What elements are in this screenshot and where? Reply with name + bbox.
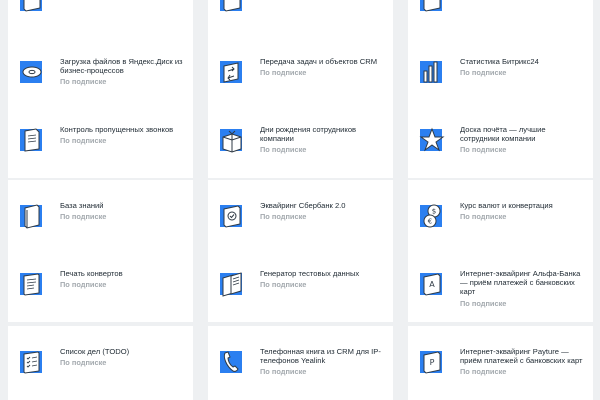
- app-title[interactable]: Курс валют и конвертация: [460, 201, 585, 210]
- currency-icon: $ €: [417, 201, 445, 231]
- app-title[interactable]: Список дел (TODO): [60, 347, 185, 356]
- generic-app-icon: [17, 0, 45, 15]
- svg-text:A: A: [429, 280, 435, 289]
- app-title[interactable]: Загрузка файлов в Яндекс.Диск из бизнес-…: [60, 57, 185, 75]
- app-price-label: По подписке: [460, 212, 507, 222]
- app-title[interactable]: Интернет-эквайринг Payture — приём плате…: [460, 347, 585, 365]
- app-card[interactable]: Контроль пропущенных звонков По подписке: [8, 104, 193, 178]
- app-card[interactable]: Доска почёта — лучшие сотрудники компани…: [408, 104, 593, 178]
- app-card[interactable]: Передача задач и объектов CRM По подписке: [208, 36, 393, 110]
- app-card[interactable]: База знаний По подписке: [8, 180, 193, 254]
- app-card-text: Статистика Битрикс24 По подписке: [460, 57, 585, 77]
- disk-upload-icon: [17, 57, 45, 87]
- app-price-label: По подписке: [60, 280, 107, 290]
- app-card[interactable]: Список дел (TODO) По подписке: [8, 326, 193, 400]
- app-price-label: По подписке: [260, 68, 307, 78]
- app-title[interactable]: Эквайринг Сбербанк 2.0: [260, 201, 385, 210]
- app-card[interactable]: [8, 0, 193, 38]
- app-card[interactable]: $ € Курс валют и конвертация По подписке: [408, 180, 593, 254]
- app-price-label: По подписке: [60, 358, 107, 368]
- app-price-label: По подписке: [260, 145, 307, 155]
- app-card-text: Эквайринг Сбербанк 2.0 По подписке: [260, 201, 385, 221]
- app-price-label: По подписке: [260, 280, 307, 290]
- generic-app-icon: [417, 0, 445, 15]
- app-price-label: По подписке: [460, 298, 507, 308]
- transfer-icon: [217, 57, 245, 87]
- app-title[interactable]: Интернет-эквайринг Альфа-Банка — приём п…: [460, 269, 585, 297]
- app-card-text: Интернет-эквайринг Альфа-Банка — приём п…: [460, 269, 585, 308]
- app-title[interactable]: База знаний: [60, 201, 185, 210]
- app-card-text: Генератор тестовых данных По подписке: [260, 269, 385, 289]
- app-card-text: Курс валют и конвертация По подписке: [460, 201, 585, 221]
- app-price-label: По подписке: [260, 367, 307, 377]
- app-price-label: По подписке: [460, 145, 507, 155]
- app-card[interactable]: Генератор тестовых данных По подписке: [208, 248, 393, 322]
- app-title[interactable]: Печать конвертов: [60, 269, 185, 278]
- app-market-viewport: По подписке Загрузка файлов в Яндекс.Диск…: [0, 0, 600, 400]
- app-title[interactable]: Контроль пропущенных звонков: [60, 125, 185, 134]
- app-title[interactable]: Статистика Битрикс24: [460, 57, 585, 66]
- phone-book-icon: [217, 347, 245, 377]
- app-card[interactable]: Статистика Битрикс24 По подписке: [408, 36, 593, 110]
- app-price-label: По подписке: [60, 77, 107, 87]
- app-card[interactable]: Печать конвертов По подписке: [8, 248, 193, 322]
- app-card-text: Загрузка файлов в Яндекс.Диск из бизнес-…: [60, 57, 185, 86]
- generic-app-icon: [217, 0, 245, 15]
- missed-calls-icon: [17, 125, 45, 155]
- app-title[interactable]: Генератор тестовых данных: [260, 269, 385, 278]
- svg-text:$: $: [432, 208, 436, 216]
- payture-icon: P: [417, 347, 445, 377]
- app-price-label: По подписке: [60, 136, 107, 146]
- app-card-text: Список дел (TODO) По подписке: [60, 347, 185, 367]
- app-card[interactable]: По подписке: [408, 0, 593, 38]
- svg-text:€: €: [428, 218, 432, 226]
- app-card[interactable]: Телефонная книга из CRM для IP-телефонов…: [208, 326, 393, 400]
- app-price-label: По подписке: [460, 367, 507, 377]
- app-price-label: По подписке: [260, 212, 307, 222]
- app-card-text: Телефонная книга из CRM для IP-телефонов…: [260, 347, 385, 376]
- knowledge-book-icon: [17, 201, 45, 231]
- app-card[interactable]: [208, 0, 393, 38]
- app-title[interactable]: Передача задач и объектов CRM: [260, 57, 385, 66]
- app-card-text: Контроль пропущенных звонков По подписке: [60, 125, 185, 145]
- birthday-gift-icon: [217, 125, 245, 155]
- app-card-text: Передача задач и объектов CRM По подписке: [260, 57, 385, 77]
- app-price-label: По подписке: [460, 68, 507, 78]
- honor-star-icon: [417, 125, 445, 155]
- app-card-text: Интернет-эквайринг Payture — приём плате…: [460, 347, 585, 376]
- alfa-bank-icon: A: [417, 269, 445, 299]
- app-title[interactable]: Телефонная книга из CRM для IP-телефонов…: [260, 347, 385, 365]
- app-card-text: Дни рождения сотрудников компании По подп…: [260, 125, 385, 154]
- app-card-text: База знаний По подписке: [60, 201, 185, 221]
- app-title[interactable]: Дни рождения сотрудников компании: [260, 125, 385, 143]
- app-card[interactable]: Загрузка файлов в Яндекс.Диск из бизнес-…: [8, 36, 193, 110]
- app-card[interactable]: P Интернет-эквайринг Payture — приём плат…: [408, 326, 593, 400]
- app-card[interactable]: Дни рождения сотрудников компании По подп…: [208, 104, 393, 178]
- svg-text:P: P: [430, 358, 435, 367]
- acquiring-icon: [217, 201, 245, 231]
- envelope-print-icon: [17, 269, 45, 299]
- app-card[interactable]: A Интернет-эквайринг Альфа-Банка — приём …: [408, 248, 593, 322]
- statistics-icon: [417, 57, 445, 87]
- todo-list-icon: [17, 347, 45, 377]
- app-title[interactable]: Доска почёта — лучшие сотрудники компани…: [460, 125, 585, 143]
- test-data-icon: [217, 269, 245, 299]
- app-card-text: Печать конвертов По подписке: [60, 269, 185, 289]
- app-card[interactable]: Эквайринг Сбербанк 2.0 По подписке: [208, 180, 393, 254]
- app-card-text: Доска почёта — лучшие сотрудники компани…: [460, 125, 585, 154]
- app-price-label: По подписке: [60, 212, 107, 222]
